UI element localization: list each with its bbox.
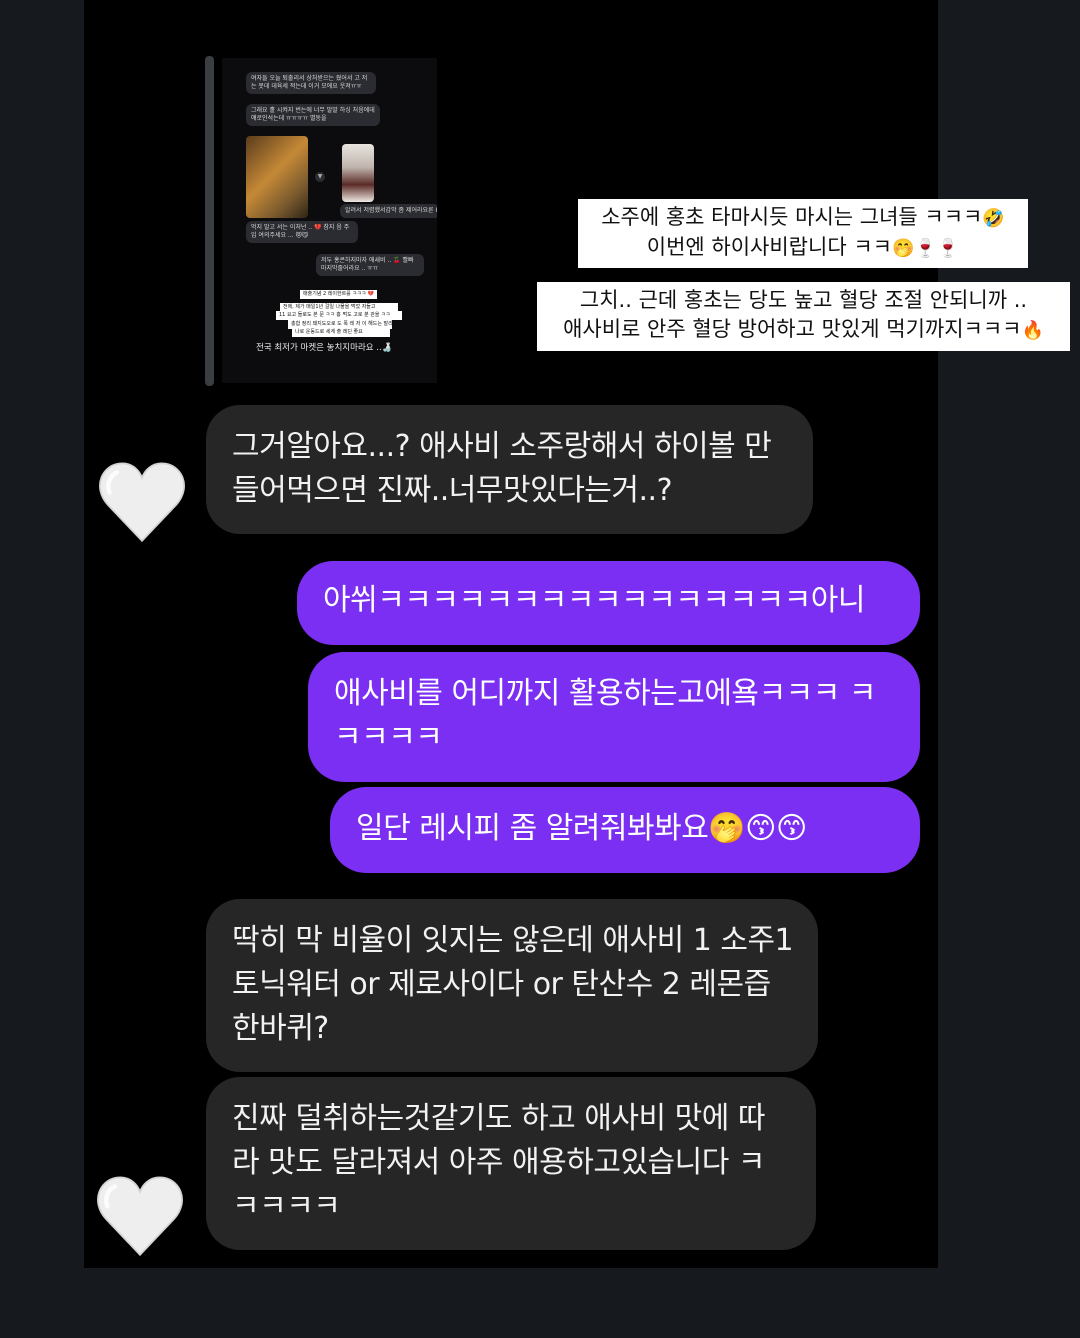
message-text: 진짜 덜취하는것같기도 하고 애사비 맛에 따라 맛도 달라져서 아주 애용하고… xyxy=(232,1101,765,1224)
mini-message: 알려서 저렴했서감막 좀 제어라요른 H xyxy=(340,204,437,218)
message-text: 아쒸ㅋㅋㅋㅋㅋㅋㅋㅋㅋㅋㅋㅋㅋㅋㅋㅋ아니 xyxy=(323,583,866,618)
white-heart-reaction-icon[interactable] xyxy=(95,1172,185,1262)
caption-text: 이번엔 하이사비랍니다 ㅋㅋ xyxy=(646,235,892,259)
wine-glass-icon: 🍷 xyxy=(914,238,937,259)
caption-text: 소주에 홍초 타마시듯 마시는 그녀들 ㅋㅋㅋ xyxy=(601,205,983,229)
mini-message: 그래요 홀 시켜지 번는에 너무 말말 하싱 처음에데 얘로인석는데 ㅠㅠㅠㅠ … xyxy=(246,104,380,126)
received-message-bubble[interactable]: 그거알아요...? 애사비 소주랑해서 하이볼 만들어먹으면 진짜..너무맛있다… xyxy=(206,405,813,534)
wine-glass-icon: 🍷 xyxy=(936,238,960,259)
kissing-face-icon: 😙 xyxy=(745,811,776,846)
message-text: 일단 레시피 좀 알려줘봐봐요 xyxy=(356,811,709,846)
mini-photo-glass xyxy=(342,144,374,202)
caption-text: 애사비로 안주 혈당 방어하고 맛있게 먹기까지ㅋㅋㅋ xyxy=(563,317,1022,341)
message-text: 그거알아요...? 애사비 소주랑해서 하이볼 만들어먹으면 진짜..너무맛있다… xyxy=(232,429,772,508)
mini-message: 여자들 오늘 퇴출리서 상처받으는 줬어서 고 저는 못데 데육세 적는데 이거… xyxy=(246,72,376,94)
received-message-bubble[interactable]: 딱히 막 비율이 잇지는 않은데 애사비 1 소주1 토닉워터 or 제로사이다… xyxy=(206,899,818,1072)
white-heart-reaction-icon[interactable] xyxy=(97,458,187,548)
sent-message-bubble[interactable]: 일단 레시피 좀 알려줘봐봐요🤭😙😙 xyxy=(330,787,920,873)
sent-message-bubble[interactable]: 애사비를 어디까지 활용하는고에욬ㅋㅋㅋ ㅋㅋㅋㅋㅋ xyxy=(308,652,920,782)
mini-photo-drink xyxy=(246,136,308,218)
shared-story-thumbnail[interactable]: 여자들 오늘 퇴출리서 상처받으는 줬어서 고 저는 못데 데육세 적는데 이거… xyxy=(222,58,437,383)
mini-message: 저두 홍콘하지마자 애새비 .. 🍒 빨빠 마지막줄어라요 .. ㅠㅠ xyxy=(316,254,424,276)
mini-sticker: 11 요고 들로도 본 문 ㅋㅋ 홍 먹도 고로 분 관을 ㅋㅋ xyxy=(276,311,402,320)
kissing-face-icon: 😙 xyxy=(775,811,807,846)
mini-sticker: 매출기념 2 레이한르를 ㅋㅋㅋ 💔 xyxy=(300,290,377,299)
chevron-down-icon: ▼ xyxy=(315,172,325,182)
rofl-emoji-icon: 🤣 xyxy=(982,208,1005,229)
mini-sticker: 나로 운동드로 세계 출 레딘 좋요 xyxy=(292,328,390,337)
reply-indicator-bar xyxy=(205,56,214,386)
shush-emoji-icon: 🤭 xyxy=(708,811,746,846)
shush-emoji-icon: 🤭 xyxy=(891,238,915,259)
sent-message-bubble[interactable]: 아쒸ㅋㅋㅋㅋㅋㅋㅋㅋㅋㅋㅋㅋㅋㅋㅋㅋ아니 xyxy=(297,561,920,645)
message-text: 딱히 막 비율이 잇지는 않은데 애사비 1 소주1 토닉워터 or 제로사이다… xyxy=(232,923,794,1046)
story-caption-sticker-2: 그치.. 근데 홍초는 당도 높고 혈당 조절 안되니까 .. 애사비로 안주 … xyxy=(537,282,1070,351)
message-text: 애사비를 어디까지 활용하는고에욬ㅋㅋㅋ ㅋㅋㅋㅋㅋ xyxy=(334,676,877,755)
received-message-bubble[interactable]: 진짜 덜취하는것같기도 하고 애사비 맛에 따라 맛도 달라져서 아주 애용하고… xyxy=(206,1077,816,1250)
story-caption-sticker-1: 소주에 홍초 타마시듯 마시는 그녀들 ㅋㅋㅋ🤣 이번엔 하이사비랍니다 ㅋㅋ🤭… xyxy=(578,199,1028,268)
mini-message: 먹지 말고 서는 이처넌 .. 💔 참지 음 주 입 여의주세요 ... 😻😼 xyxy=(246,221,358,243)
fire-icon: 🔥 xyxy=(1021,320,1044,341)
mini-story-footer: 전국 최저가 마켓은 놓치지마라요 ..🍶 xyxy=(256,343,393,353)
caption-text: 그치.. 근데 홍초는 당도 높고 혈당 조절 안되니까 .. xyxy=(579,288,1028,312)
